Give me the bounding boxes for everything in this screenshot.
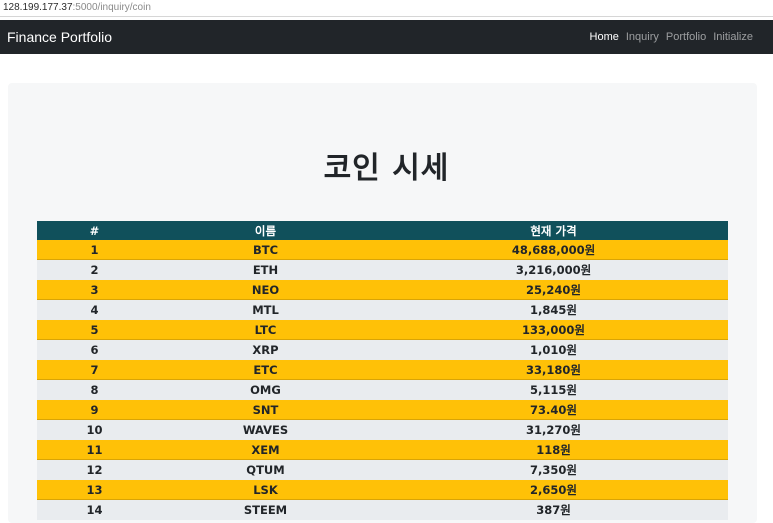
- navbar-brand[interactable]: Finance Portfolio: [7, 20, 112, 54]
- coin-name: LTC: [152, 319, 379, 340]
- nav-link-inquiry[interactable]: Inquiry: [626, 31, 659, 43]
- coin-price: 1,845원: [379, 299, 728, 320]
- table-row: 10 WAVES 31,270원: [37, 419, 728, 440]
- coin-name: BTC: [152, 240, 379, 260]
- navbar: Finance Portfolio Home Inquiry Portfolio…: [0, 20, 773, 54]
- row-number: 5: [37, 319, 152, 340]
- row-number: 1: [37, 240, 152, 260]
- table-row: 1 BTC 48,688,000원: [37, 240, 728, 260]
- coin-price: 25,240원: [379, 279, 728, 300]
- table-row: 11 XEM 118원: [37, 439, 728, 460]
- row-number: 7: [37, 359, 152, 380]
- row-number: 4: [37, 299, 152, 320]
- coin-price: 2,650원: [379, 479, 728, 500]
- coin-name: SNT: [152, 399, 379, 420]
- coin-name: NEO: [152, 279, 379, 300]
- table-row: 5 LTC 133,000원: [37, 319, 728, 340]
- row-number: 3: [37, 279, 152, 300]
- table-row: 7 ETC 33,180원: [37, 359, 728, 380]
- coin-name: XRP: [152, 339, 379, 360]
- coin-price: 48,688,000원: [379, 240, 728, 260]
- header-number: #: [37, 221, 152, 240]
- coin-name: ETH: [152, 259, 379, 280]
- coin-price: 1,010원: [379, 339, 728, 360]
- table-row: 12 QTUM 7,350원: [37, 459, 728, 480]
- row-number: 8: [37, 379, 152, 400]
- coin-price: 73.40원: [379, 399, 728, 420]
- table-row: 14 STEEM 387원: [37, 499, 728, 520]
- table-body: 1 BTC 48,688,000원 2 ETH 3,216,000원 3 NEO 25,240원…: [37, 240, 728, 520]
- coin-price: 133,000원: [379, 319, 728, 340]
- coin-price-table: # 이름 현재 가격 1 BTC 48,688,000원 2 ETH 3,216,000원…: [37, 221, 728, 520]
- coin-name: ETC: [152, 359, 379, 380]
- row-number: 12: [37, 459, 152, 480]
- coin-name: LSK: [152, 479, 379, 500]
- table-row: 6 XRP 1,010원: [37, 339, 728, 360]
- coin-price: 3,216,000원: [379, 259, 728, 280]
- header-price: 현재 가격: [379, 221, 728, 240]
- coin-price: 387원: [379, 499, 728, 520]
- table-row: 8 OMG 5,115원: [37, 379, 728, 400]
- row-number: 10: [37, 419, 152, 440]
- coin-name: MTL: [152, 299, 379, 320]
- table-row: 2 ETH 3,216,000원: [37, 259, 728, 280]
- page-title: 코인 시세: [323, 151, 450, 186]
- url-path: :5000/inquiry/coin: [72, 2, 151, 13]
- nav-link-home[interactable]: Home: [590, 31, 619, 43]
- row-number: 11: [37, 439, 152, 460]
- table-row: 3 NEO 25,240원: [37, 279, 728, 300]
- row-number: 9: [37, 399, 152, 420]
- coin-price: 5,115원: [379, 379, 728, 400]
- coin-price: 31,270원: [379, 419, 728, 440]
- coin-name: WAVES: [152, 419, 379, 440]
- row-number: 14: [37, 499, 152, 520]
- row-number: 2: [37, 259, 152, 280]
- coin-name: XEM: [152, 439, 379, 460]
- table-header-row: # 이름 현재 가격: [37, 221, 728, 240]
- coin-name: OMG: [152, 379, 379, 400]
- address-bar[interactable]: 128.199.177.37:5000/inquiry/coin: [0, 0, 773, 17]
- coin-name: QTUM: [152, 459, 379, 480]
- nav-link-portfolio[interactable]: Portfolio: [666, 31, 706, 43]
- coin-name: STEEM: [152, 499, 379, 520]
- coin-price: 33,180원: [379, 359, 728, 380]
- nav-links: Home Inquiry Portfolio Initialize: [590, 20, 753, 54]
- row-number: 13: [37, 479, 152, 500]
- header-name: 이름: [152, 221, 379, 240]
- url-host: 128.199.177.37: [3, 2, 73, 13]
- table-row: 4 MTL 1,845원: [37, 299, 728, 320]
- row-number: 6: [37, 339, 152, 360]
- table-row: 9 SNT 73.40원: [37, 399, 728, 420]
- table-row: 13 LSK 2,650원: [37, 479, 728, 500]
- coin-price: 7,350원: [379, 459, 728, 480]
- nav-link-initialize[interactable]: Initialize: [713, 31, 753, 43]
- coin-price: 118원: [379, 439, 728, 460]
